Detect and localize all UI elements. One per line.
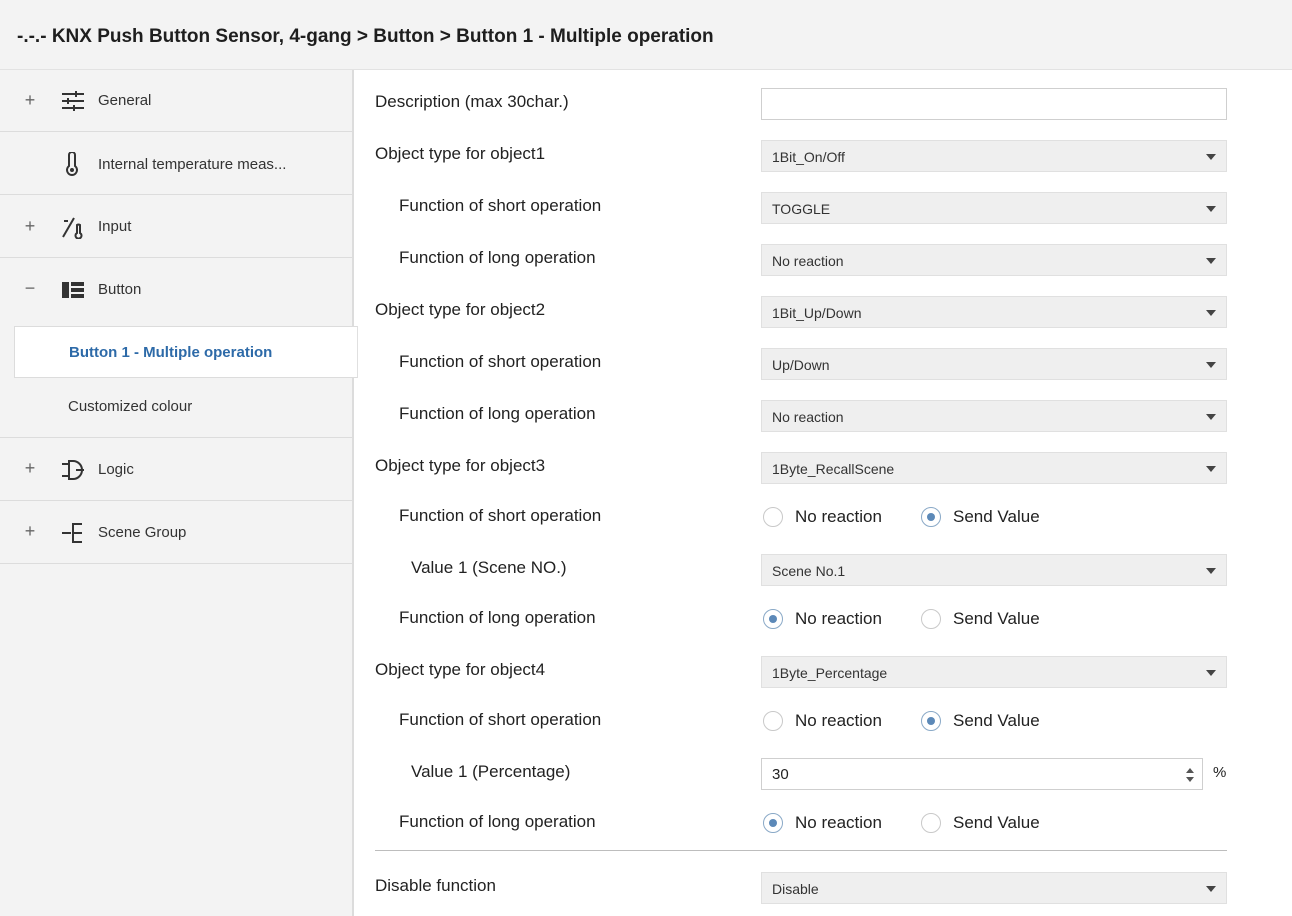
object3-value1-select[interactable]: Scene No.1 [761,554,1227,586]
object1-long-row: Function of long operation No reaction [355,232,1292,284]
collapse-icon[interactable]: − [22,278,38,299]
object4-short-label: Function of short operation [399,710,602,729]
object3-type-row: Object type for object3 1Byte_RecallScen… [355,440,1292,492]
stepper-down-icon[interactable] [1186,777,1194,782]
object4-type-row: Object type for object4 1Byte_Percentage [355,644,1292,696]
object2-type-row: Object type for object2 1Bit_Up/Down [355,284,1292,336]
disable-function-select[interactable]: Disable [761,872,1227,904]
sidebar-item-logic[interactable]: + Logic [0,438,352,501]
divider [375,850,1227,851]
object2-type-select[interactable]: 1Bit_Up/Down [761,296,1227,328]
sidebar-item-label: General [98,92,152,109]
object2-type-label: Object type for object2 [375,300,546,319]
object3-long-label: Function of long operation [399,608,596,627]
sidebar: + General Internal temperature meas... +… [0,70,358,916]
object2-short-label: Function of short operation [399,352,602,371]
object4-value1-label: Value 1 (Percentage) [411,762,571,781]
disable-function-label: Disable function [375,876,496,895]
object3-short-row: Function of short operation No reaction … [399,506,1040,527]
expand-icon[interactable]: + [22,458,38,479]
object1-long-label: Function of long operation [399,248,596,267]
input-icon [62,217,83,239]
chevron-down-icon [1206,206,1216,212]
chevron-down-icon [1206,568,1216,574]
object2-long-row: Function of long operation No reaction [355,388,1292,440]
object4-long-label: Function of long operation [399,812,596,831]
chevron-down-icon [1206,362,1216,368]
object4-value1-row: Value 1 (Percentage) 30 % [355,746,1292,798]
object3-value1-row: Value 1 (Scene NO.) Scene No.1 [355,542,1292,594]
chevron-down-icon [1206,154,1216,160]
object1-type-label: Object type for object1 [375,144,546,163]
object2-long-select[interactable]: No reaction [761,400,1227,432]
sidebar-item-label: Internal temperature meas... [98,156,287,173]
object2-short-select[interactable]: Up/Down [761,348,1227,380]
sidebar-item-label: Customized colour [68,398,193,415]
object1-short-label: Function of short operation [399,196,602,215]
object4-short-row: Function of short operation No reaction … [399,710,1040,731]
object1-short-row: Function of short operation TOGGLE [355,180,1292,232]
sidebar-item-label: Scene Group [98,524,187,541]
object3-type-select[interactable]: 1Byte_RecallScene [761,452,1227,484]
expand-icon[interactable]: + [22,521,38,542]
sidebar-item-label: Input [98,218,132,235]
chevron-down-icon [1206,414,1216,420]
object1-short-select[interactable]: TOGGLE [761,192,1227,224]
sidebar-item-label: Logic [98,461,134,478]
sidebar-item-customized-colour[interactable]: Customized colour [0,380,352,438]
sidebar-item-label: Button 1 - Multiple operation [69,344,273,361]
chevron-down-icon [1206,466,1216,472]
logic-icon [62,460,84,480]
description-input[interactable] [761,88,1227,120]
object2-short-row: Function of short operation Up/Down [355,336,1292,388]
object4-type-select[interactable]: 1Byte_Percentage [761,656,1227,688]
sidebar-item-general[interactable]: + General [0,70,352,132]
sidebar-item-button[interactable]: − Button [0,258,352,321]
sliders-icon [62,91,84,111]
object2-long-label: Function of long operation [399,404,596,423]
description-label: Description (max 30char.) [375,92,569,111]
object4-type-label: Object type for object4 [375,660,546,679]
object3-value1-label: Value 1 (Scene NO.) [411,558,567,577]
object1-type-row: Object type for object1 1Bit_On/Off [355,128,1292,180]
expand-icon[interactable]: + [22,216,38,237]
parameter-panel: Description (max 30char.) Object type fo… [355,70,1292,916]
object3-short-label: Function of short operation [399,506,602,525]
chevron-down-icon [1206,258,1216,264]
object3-type-label: Object type for object3 [375,456,546,475]
stepper-up-icon[interactable] [1186,768,1194,773]
chevron-down-icon [1206,310,1216,316]
chevron-down-icon [1206,886,1216,892]
object4-value1-stepper[interactable]: 30 [761,758,1203,790]
scene-group-icon [62,523,82,543]
title-bar: -.-.- KNX Push Button Sensor, 4-gang > B… [0,0,1292,70]
sidebar-item-internal-temperature[interactable]: Internal temperature meas... [0,132,352,195]
object3-long-row: Function of long operation No reaction S… [399,608,1040,629]
description-row: Description (max 30char.) [355,76,1292,128]
thermometer-icon [66,152,78,176]
unit-label: % [1213,764,1227,781]
sidebar-item-label: Button [98,281,142,298]
chevron-down-icon [1206,670,1216,676]
disable-function-row: Disable function Disable [355,860,1292,912]
object4-long-row: Function of long operation No reaction S… [399,812,1040,833]
sidebar-item-scene-group[interactable]: + Scene Group [0,501,352,564]
sidebar-item-input[interactable]: + Input [0,195,352,258]
object1-type-select[interactable]: 1Bit_On/Off [761,140,1227,172]
object1-long-select[interactable]: No reaction [761,244,1227,276]
button-icon [62,282,84,298]
sidebar-item-button-1-multiple-operation[interactable]: Button 1 - Multiple operation [14,326,358,378]
page-title: -.-.- KNX Push Button Sensor, 4-gang > B… [17,26,714,47]
expand-icon[interactable]: + [22,90,38,111]
